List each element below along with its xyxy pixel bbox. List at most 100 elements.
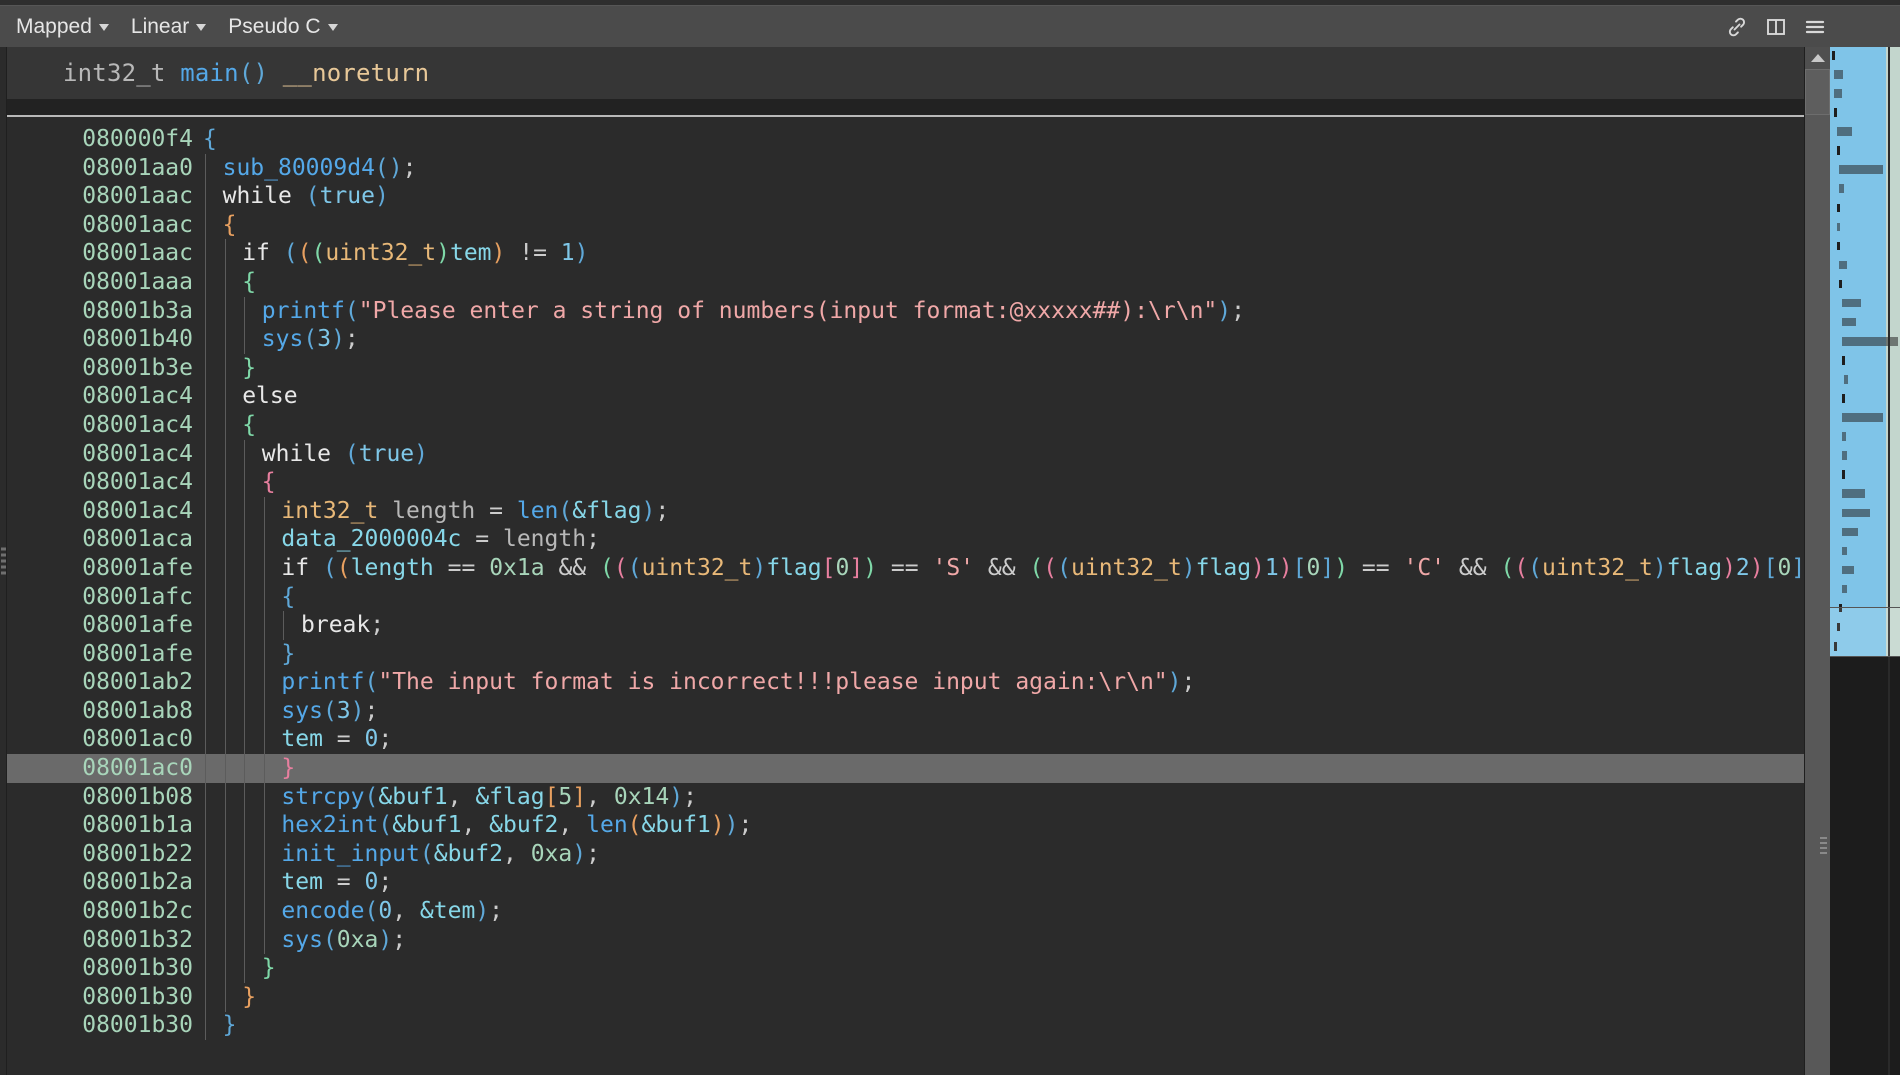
line-address[interactable]: 08001ac0 [7, 725, 193, 754]
line-address[interactable]: 08001aac [7, 182, 193, 211]
code-line[interactable]: 08001b08 strcpy(&buf1, &flag[5], 0x14); [7, 783, 1804, 812]
line-address[interactable]: 08001afc [7, 583, 193, 612]
line-address[interactable]: 08001b32 [7, 926, 193, 955]
code-line[interactable]: 08001b30} [7, 983, 1804, 1012]
line-address[interactable]: 08001afe [7, 554, 193, 583]
chevron-down-icon [98, 24, 109, 31]
line-code: } [261, 955, 276, 982]
line-address[interactable]: 08001ac4 [7, 497, 193, 526]
toolbar-dropdowns: Mapped Linear Pseudo C [6, 11, 348, 43]
code-line[interactable]: 08001aca data_2000004c = length; [7, 525, 1804, 554]
line-code: while (true) [222, 183, 389, 210]
code-line[interactable]: 08001aac while (true) [7, 182, 1804, 211]
scrollbar-track[interactable] [1805, 115, 1830, 1075]
code-line[interactable]: 08001b2a tem = 0; [7, 868, 1804, 897]
pane-splitter[interactable] [0, 47, 7, 1075]
line-address[interactable]: 080000f4 [7, 125, 193, 154]
view-mode-label: Mapped [16, 14, 92, 38]
line-address[interactable]: 08001b2a [7, 868, 193, 897]
function-signature: int32_t main() __noreturn [7, 47, 1804, 99]
line-address[interactable]: 08001b40 [7, 325, 193, 354]
scroll-up-button[interactable] [1805, 47, 1830, 69]
line-address[interactable]: 08001afe [7, 640, 193, 669]
split-pane-icon[interactable] [1763, 14, 1789, 40]
line-address[interactable]: 08001ac4 [7, 468, 193, 497]
code-line[interactable]: 08001ab2 printf("The input format is inco… [7, 668, 1804, 697]
layout-dropdown[interactable]: Linear [121, 11, 216, 43]
line-address[interactable]: 08001b30 [7, 1011, 193, 1040]
line-code: } [281, 755, 296, 782]
line-address[interactable]: 08001aac [7, 211, 193, 240]
line-address[interactable]: 08001ac4 [7, 382, 193, 411]
il-level-dropdown[interactable]: Pseudo C [218, 11, 347, 43]
code-line[interactable]: 08001ab8 sys(3); [7, 697, 1804, 726]
pseudo-c-code-view[interactable]: 080000f4 {08001aa0 sub_80009d4(); 08001aac w… [7, 117, 1804, 1075]
line-address[interactable]: 08001ac4 [7, 440, 193, 469]
code-line[interactable]: 08001afe if ((length == 0x1a && (((uint32… [7, 554, 1804, 583]
code-line[interactable]: 08001b30} [7, 954, 1804, 983]
link-icon[interactable] [1724, 14, 1750, 40]
view-toolbar: Mapped Linear Pseudo C [0, 6, 1900, 47]
code-minimap[interactable] [1830, 47, 1900, 1075]
line-address[interactable]: 08001aca [7, 525, 193, 554]
minimap-line [1839, 165, 1884, 174]
line-address[interactable]: 08001aa0 [7, 154, 193, 183]
line-address[interactable]: 08001ac0 [7, 754, 193, 783]
vertical-scrollbar[interactable] [1804, 47, 1830, 1075]
line-address[interactable]: 08001b2c [7, 897, 193, 926]
line-address[interactable]: 08001ab8 [7, 697, 193, 726]
code-line[interactable]: 08001ac0 tem = 0; [7, 725, 1804, 754]
line-address[interactable]: 08001aaa [7, 268, 193, 297]
line-address[interactable]: 08001aac [7, 239, 193, 268]
signature-function-name[interactable]: main [180, 59, 239, 87]
code-line[interactable]: 08001ac4 { [7, 411, 1804, 440]
code-line[interactable]: 08001b2c encode(0, &tem); [7, 897, 1804, 926]
signature-separator [7, 99, 1804, 115]
indent-guide [244, 296, 246, 354]
code-line[interactable]: 08001b3a printf("Please enter a string of… [7, 297, 1804, 326]
menu-icon[interactable] [1802, 14, 1828, 40]
line-code: { [242, 411, 257, 438]
code-line[interactable]: 08001ac4 int32_t length = len(&flag); [7, 497, 1804, 526]
line-address[interactable]: 08001b30 [7, 983, 193, 1012]
chevron-down-icon [327, 24, 338, 31]
code-line[interactable]: 080000f4 { [7, 125, 1804, 154]
line-address[interactable]: 08001b3a [7, 297, 193, 326]
minimap-line [1841, 527, 1859, 537]
code-line[interactable]: 08001b30} [7, 1011, 1804, 1040]
scrollbar-thumb[interactable] [1805, 69, 1830, 115]
line-address[interactable]: 08001b1a [7, 811, 193, 840]
code-line[interactable]: 08001aa0 sub_80009d4(); [7, 154, 1804, 183]
minimap-line [1836, 127, 1853, 136]
view-mode-dropdown[interactable]: Mapped [6, 11, 119, 43]
code-line[interactable]: 08001ac4 else [7, 382, 1804, 411]
code-line[interactable]: 08001b3e} [7, 354, 1804, 383]
line-address[interactable]: 08001afe [7, 611, 193, 640]
chevron-down-icon [196, 24, 207, 31]
line-code: } [222, 1012, 237, 1039]
code-line[interactable]: 08001afc { [7, 583, 1804, 612]
line-code: printf("The input format is incorrect!!!… [281, 669, 1196, 696]
line-address[interactable]: 08001b30 [7, 954, 193, 983]
code-line[interactable]: 08001aac if (((uint32_t)tem) != 1) [7, 239, 1804, 268]
line-address[interactable]: 08001b22 [7, 840, 193, 869]
line-address[interactable]: 08001ab2 [7, 668, 193, 697]
code-line[interactable]: 08001aaa { [7, 268, 1804, 297]
code-line[interactable]: 08001b32 sys(0xa); [7, 926, 1804, 955]
code-line[interactable]: 08001ac4 { [7, 468, 1804, 497]
code-line[interactable]: 08001ac4 while (true) [7, 440, 1804, 469]
line-address[interactable]: 08001b08 [7, 783, 193, 812]
code-line[interactable]: 08001b1a hex2int(&buf1, &buf2, len(&buf1)… [7, 811, 1804, 840]
line-address[interactable]: 08001ac4 [7, 411, 193, 440]
indent-guide [263, 496, 265, 955]
toolbar-actions [1724, 6, 1828, 47]
line-code: { [281, 583, 296, 610]
code-line[interactable]: 08001ac0} [7, 754, 1804, 783]
minimap-viewport-box[interactable] [1830, 607, 1900, 657]
line-address[interactable]: 08001b3e [7, 354, 193, 383]
code-line[interactable]: 08001b40 sys(3); [7, 325, 1804, 354]
code-line[interactable]: 08001afe} [7, 640, 1804, 669]
code-line[interactable]: 08001afe break; [7, 611, 1804, 640]
code-line[interactable]: 08001b22 init_input(&buf2, 0xa); [7, 840, 1804, 869]
code-line[interactable]: 08001aac { [7, 211, 1804, 240]
